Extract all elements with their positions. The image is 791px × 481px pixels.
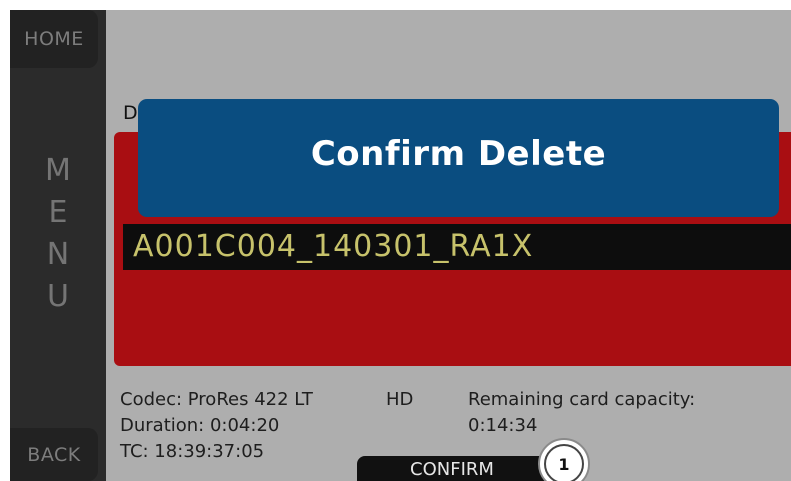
remaining-capacity-value: 0:14:34	[468, 415, 538, 436]
duration-label: Duration: 0:04:20	[120, 415, 280, 436]
sidebar: HOME M E N U BACK	[10, 10, 106, 481]
menu-letter: N	[46, 237, 70, 272]
resolution-label: HD	[386, 389, 414, 410]
confirm-delete-dialog: Confirm Delete	[138, 99, 779, 217]
callout-number: 1	[544, 444, 584, 481]
menu-letter: M	[45, 153, 71, 188]
camera-screen: HOME M E N U BACK D A001C004_140301_RA1X…	[10, 10, 791, 481]
remaining-capacity-label: Remaining card capacity:	[468, 389, 696, 410]
dialog-title: Confirm Delete	[310, 134, 607, 174]
menu-button[interactable]: M E N U	[10, 150, 106, 318]
timecode-label: TC: 18:39:37:05	[120, 441, 265, 462]
back-button[interactable]: BACK	[10, 428, 98, 481]
clip-header-label: D	[123, 102, 138, 124]
menu-letter: E	[48, 195, 68, 230]
callout-marker: 1	[538, 438, 590, 481]
codec-label: Codec: ProRes 422 LT	[120, 389, 313, 410]
home-button[interactable]: HOME	[10, 10, 98, 68]
clip-name: A001C004_140301_RA1X	[133, 229, 534, 264]
menu-letter: U	[47, 279, 69, 314]
confirm-button[interactable]: CONFIRM	[357, 456, 547, 481]
